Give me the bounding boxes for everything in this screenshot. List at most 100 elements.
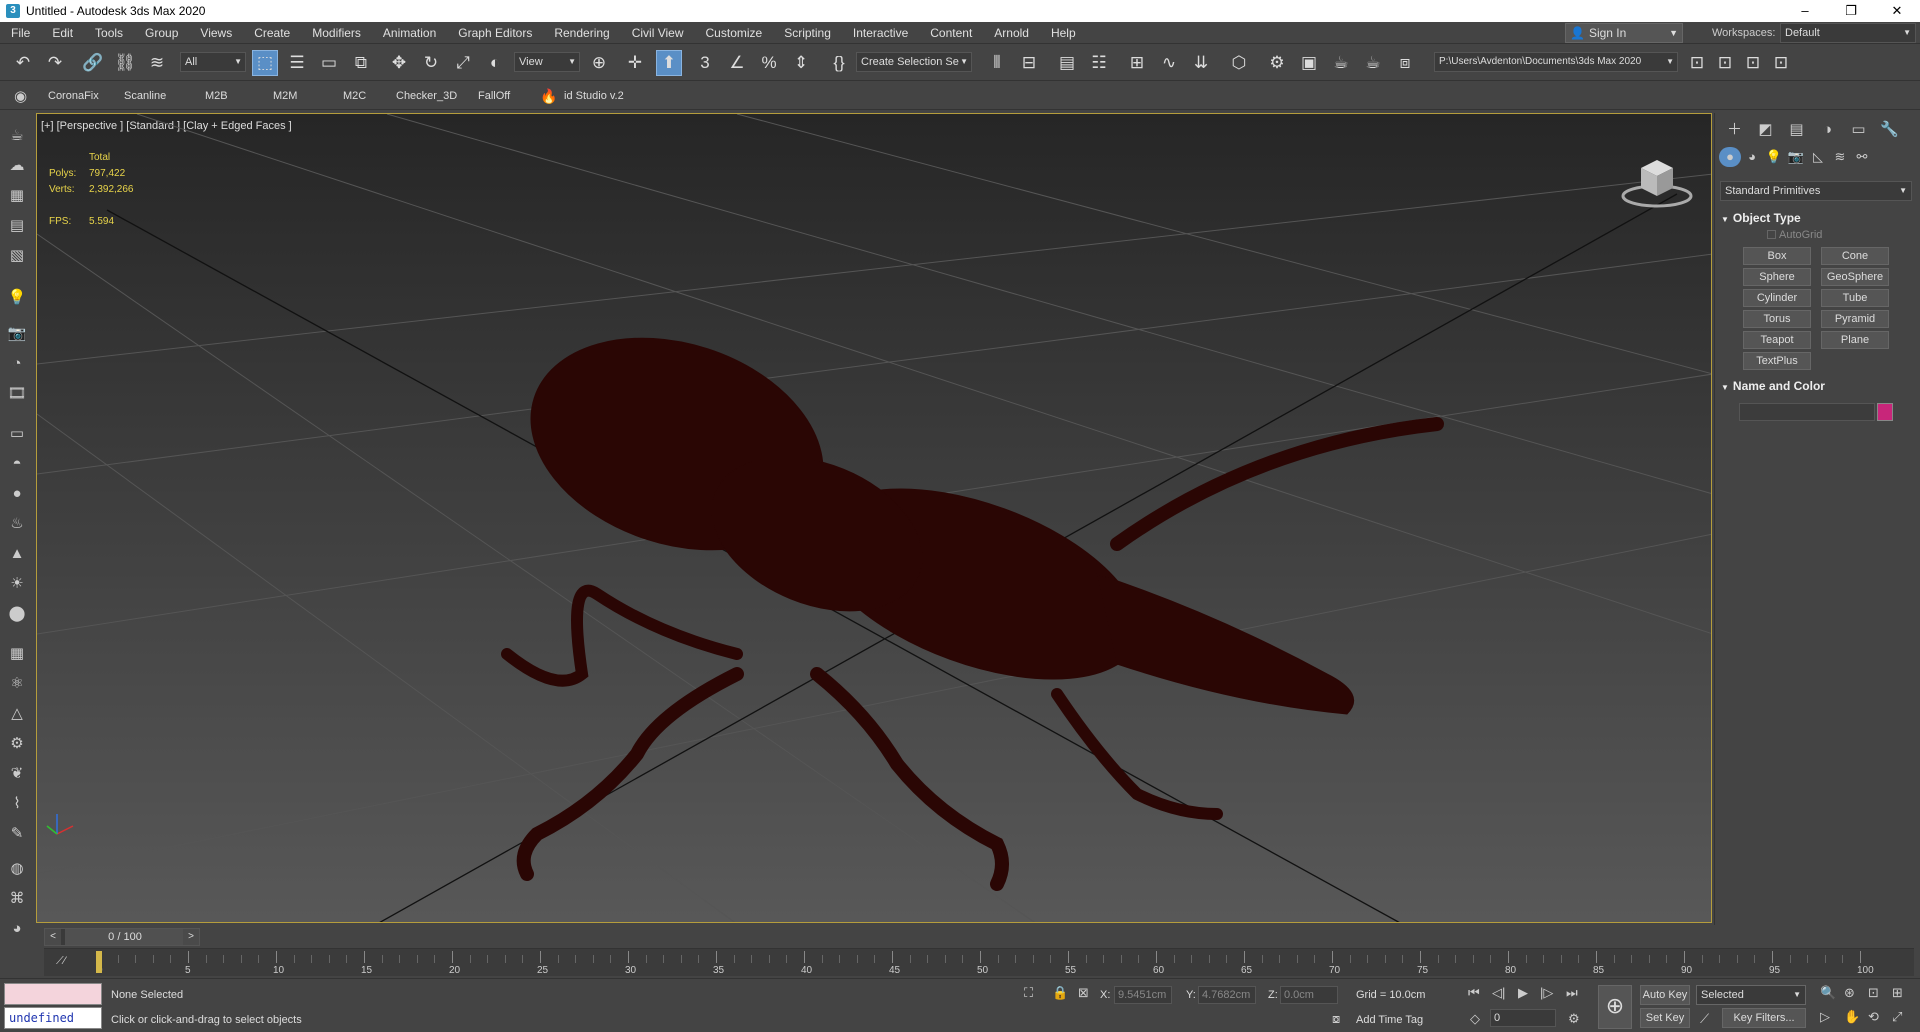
menu-arnold[interactable]: Arnold <box>983 22 1040 44</box>
lock-icon[interactable]: 🔒 <box>1052 985 1068 1001</box>
go-to-start-icon[interactable]: ⏮ <box>1468 985 1480 1001</box>
chevron-left-icon[interactable]: < <box>45 929 61 945</box>
layer-explorer-icon[interactable]: ☷ <box>1086 50 1112 76</box>
camera-icon[interactable]: 📷 <box>6 322 28 344</box>
helpers-icon[interactable]: ◺ <box>1807 147 1829 167</box>
checker-3d-button[interactable]: Checker_3D <box>396 82 457 110</box>
time-slider-value[interactable]: 0 / 100 <box>65 929 185 945</box>
close-button[interactable]: ✕ <box>1874 0 1920 22</box>
sphere-icon[interactable]: ● <box>6 482 28 504</box>
falloff-button[interactable]: FallOff <box>478 82 510 110</box>
key-mode-select[interactable]: Selected ▼ <box>1696 985 1806 1005</box>
brush-icon[interactable]: ✎ <box>6 822 28 844</box>
x-coordinate-field[interactable]: 9.5451cm <box>1114 986 1172 1004</box>
select-manipulate-icon[interactable]: ✛ <box>622 50 648 76</box>
box-button[interactable]: Box <box>1743 247 1811 265</box>
menu-scripting[interactable]: Scripting <box>773 22 842 44</box>
toggle-ribbon-icon[interactable]: ⊞ <box>1124 50 1150 76</box>
menu-create[interactable]: Create <box>243 22 301 44</box>
zoom-icon[interactable]: 🔍 <box>1820 985 1836 1001</box>
autogrid-checkbox[interactable]: AutoGrid <box>1767 229 1822 241</box>
spinner-snap-icon[interactable]: ⇕ <box>788 50 814 76</box>
render-production-icon[interactable]: ☕ <box>1328 50 1354 76</box>
next-frame-icon[interactable]: |▷ <box>1540 985 1553 1001</box>
time-tag-icon[interactable]: ⧇ <box>1332 1011 1340 1027</box>
project-folder-select[interactable]: P:\Users\Avdenton\Documents\3ds Max 2020… <box>1434 52 1678 72</box>
menu-edit[interactable]: Edit <box>41 22 84 44</box>
render-setup-icon[interactable]: ⚙ <box>1264 50 1290 76</box>
unlink-icon[interactable]: ⛓ <box>112 50 138 76</box>
ribbon-toggle-icon[interactable]: ◉ <box>14 87 27 105</box>
leaf-icon[interactable]: ❦ <box>6 762 28 784</box>
material-editor-icon[interactable]: ⬡ <box>1226 50 1252 76</box>
object-color-swatch[interactable] <box>1877 403 1893 421</box>
menu-rendering[interactable]: Rendering <box>543 22 620 44</box>
utilities-tab-icon[interactable]: 🔧 <box>1874 119 1905 141</box>
pivot-center-icon[interactable]: ⊕ <box>586 50 612 76</box>
sphere-button[interactable]: Sphere <box>1743 268 1811 286</box>
menu-group[interactable]: Group <box>134 22 189 44</box>
cameras-icon[interactable]: 📷 <box>1785 147 1807 167</box>
list-icon[interactable]: ▤ <box>6 214 28 236</box>
create-tab-icon[interactable]: ＋ <box>1719 119 1750 141</box>
container-inherit-icon[interactable]: ⊡ <box>1712 50 1738 76</box>
auto-key-button[interactable]: Auto Key <box>1640 985 1690 1005</box>
sign-in-button[interactable]: 👤 Sign In ▼ <box>1565 23 1683 43</box>
panel-icon[interactable]: ▧ <box>6 244 28 266</box>
pan-icon[interactable]: ✋ <box>1844 1009 1860 1025</box>
tube-button[interactable]: Tube <box>1821 289 1889 307</box>
track-bar[interactable]: ⟋⁄ 0510152025303540455055606570758085909… <box>44 948 1914 976</box>
maxscript-output[interactable]: undefined <box>4 1007 102 1029</box>
keyboard-shortcut-override-icon[interactable]: ⬆ <box>656 50 682 76</box>
set-key-button[interactable]: Set Key <box>1640 1008 1690 1028</box>
minimize-button[interactable]: – <box>1782 0 1828 22</box>
menu-interactive[interactable]: Interactive <box>842 22 919 44</box>
select-by-name-icon[interactable]: ☰ <box>284 50 310 76</box>
scanline-button[interactable]: Scanline <box>124 82 166 110</box>
spacewarps-icon[interactable]: ≋ <box>1829 147 1851 167</box>
default-tangent-icon[interactable]: ⟋ <box>1700 1011 1709 1027</box>
motion-tab-icon[interactable]: ◑ <box>1812 119 1843 141</box>
grid-icon[interactable]: ▦ <box>6 642 28 664</box>
container-update-icon[interactable]: ⊡ <box>1740 50 1766 76</box>
systems-icon[interactable]: ⚯ <box>1851 147 1873 167</box>
select-object-icon[interactable]: ⬚ <box>252 50 278 76</box>
geometry-category-select[interactable]: Standard Primitives ▼ <box>1720 181 1912 201</box>
m2b-button[interactable]: M2B <box>205 82 228 110</box>
isolate-icon[interactable]: ⛶ <box>1024 985 1033 1001</box>
current-frame-field[interactable]: 0 <box>1490 1009 1556 1027</box>
edit-named-selection-icon[interactable]: {} <box>826 50 852 76</box>
film-icon[interactable]: 🎞 <box>6 382 28 404</box>
y-coordinate-field[interactable]: 4.7682cm <box>1198 986 1256 1004</box>
orbit-icon[interactable]: ⟲ <box>1868 1009 1879 1025</box>
zoom-extents-all-icon[interactable]: ⊞ <box>1892 985 1903 1001</box>
cloud-icon[interactable]: ☁ <box>6 154 28 176</box>
cylinder-button[interactable]: Cylinder <box>1743 289 1811 307</box>
absolute-mode-icon[interactable]: ⊠ <box>1078 985 1089 1001</box>
torus-button[interactable]: Torus <box>1743 310 1811 328</box>
add-time-tag[interactable]: Add Time Tag <box>1356 1014 1423 1026</box>
container-icon[interactable]: ⊡ <box>1684 50 1710 76</box>
calendar-icon[interactable]: ▦ <box>6 184 28 206</box>
sun-icon[interactable]: ☀ <box>6 572 28 594</box>
set-key-big-button[interactable]: ⊕ <box>1598 985 1632 1029</box>
reference-coordinate-select[interactable]: View ▼ <box>514 52 580 72</box>
curve-editor-icon[interactable]: ∿ <box>1156 50 1182 76</box>
id-studio-button[interactable]: id Studio v.2 <box>564 82 624 110</box>
hierarchy-tab-icon[interactable]: ▤ <box>1781 119 1812 141</box>
plane-icon[interactable]: ▭ <box>6 422 28 444</box>
menu-civil-view[interactable]: Civil View <box>621 22 695 44</box>
container-close-icon[interactable]: ⊡ <box>1768 50 1794 76</box>
workspace-select[interactable]: Default ▼ <box>1780 23 1916 43</box>
render-in-cloud-icon[interactable]: ⧈ <box>1392 50 1418 76</box>
object-name-input[interactable] <box>1739 403 1875 421</box>
script-icon[interactable]: ⌘ <box>6 887 28 909</box>
z-coordinate-field[interactable]: 0.0cm <box>1280 986 1338 1004</box>
rotate-icon[interactable]: ↻ <box>418 50 444 76</box>
atom-icon[interactable]: ⚛ <box>6 672 28 694</box>
menu-content[interactable]: Content <box>919 22 983 44</box>
helper-icon[interactable]: ◔ <box>6 352 28 374</box>
go-to-end-icon[interactable]: ⏭ <box>1566 985 1578 1001</box>
perspective-viewport[interactable]: [+] [Perspective ] [Standard ] [Clay + E… <box>36 113 1712 923</box>
cone-icon[interactable]: ▲ <box>6 542 28 564</box>
